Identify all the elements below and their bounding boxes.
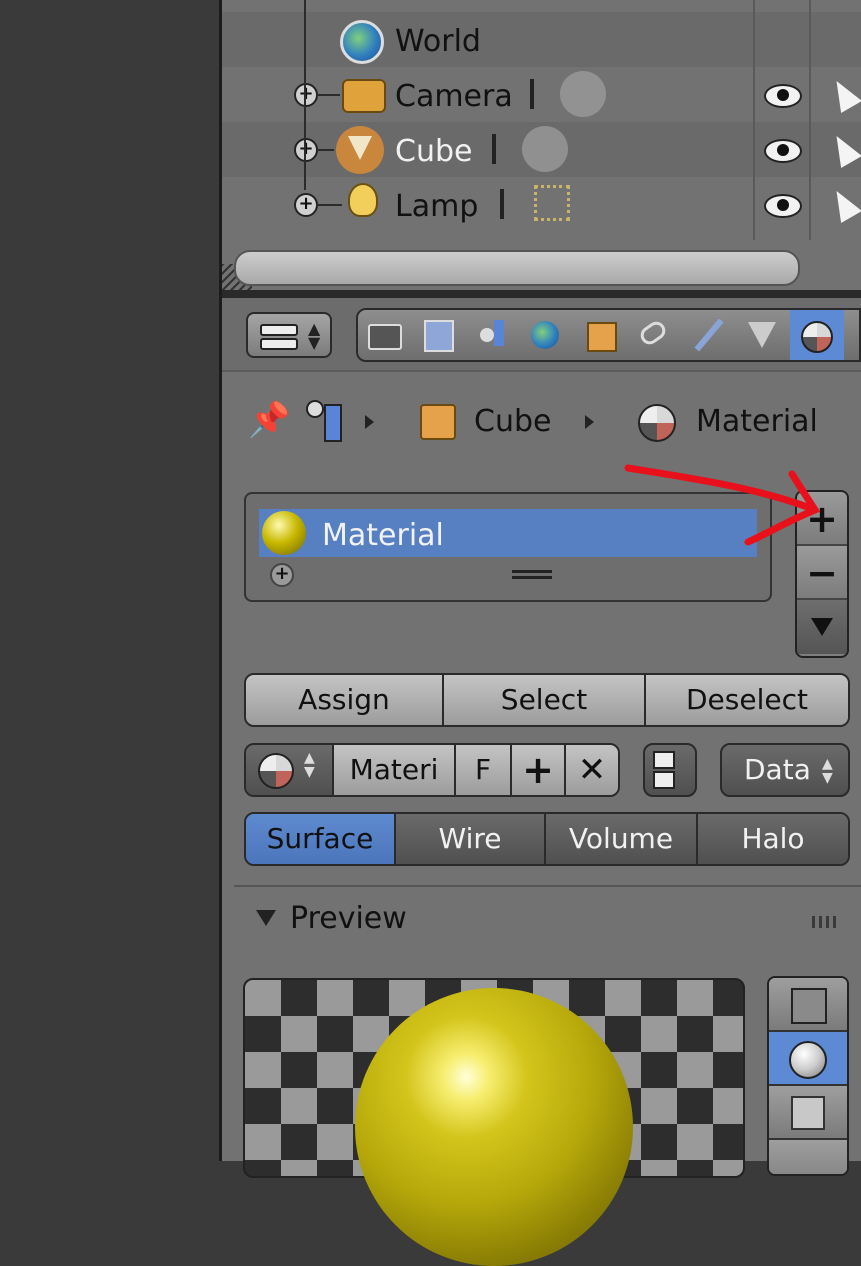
render-icon[interactable] — [358, 310, 414, 360]
column-divider — [753, 0, 755, 240]
outliner-label-cube: Cube — [395, 134, 473, 169]
preview-shape-buttons — [767, 976, 849, 1176]
list-filter-expand-icon[interactable]: + — [270, 563, 294, 587]
visibility-eye-icon[interactable] — [764, 139, 802, 163]
expand-icon[interactable]: + — [294, 83, 318, 107]
select-cursor-icon[interactable] — [826, 185, 861, 223]
camera-data-icon[interactable] — [560, 71, 606, 117]
link-data-label: Data — [744, 753, 811, 786]
divider-bar — [500, 189, 504, 219]
new-material-plus-icon[interactable]: + — [512, 745, 566, 795]
slot-edit-buttons: Assign Select Deselect — [244, 673, 850, 727]
preview-sphere — [355, 988, 633, 1266]
scene-crumb-icon — [306, 400, 324, 418]
material-name-field[interactable]: Materi — [334, 745, 456, 795]
annotation-arrow — [624, 464, 821, 546]
mesh-triangle-glyph — [348, 136, 372, 160]
tree-line — [316, 204, 342, 206]
updown-arrows-icon: ▲ ▼ — [304, 750, 315, 780]
collapse-triangle-icon[interactable] — [256, 910, 276, 926]
context-tabs — [356, 308, 861, 362]
material-sphere-icon — [262, 511, 306, 555]
updown-arrows-icon: ▲ ▼ — [308, 319, 321, 352]
remove-slot-button[interactable]: − — [797, 546, 847, 600]
expand-icon[interactable]: + — [294, 193, 318, 217]
divider-bar — [530, 79, 534, 109]
world-icon — [340, 20, 384, 64]
modifiers-icon[interactable] — [682, 310, 738, 360]
assign-button[interactable]: Assign — [246, 675, 444, 725]
divider-bar — [492, 134, 496, 164]
breadcrumb-arrow-icon — [585, 415, 594, 429]
tab-volume[interactable]: Volume — [546, 814, 698, 864]
object-icon[interactable] — [574, 310, 630, 360]
visibility-eye-icon[interactable] — [764, 194, 802, 218]
editor-type-menu[interactable]: ▲ ▼ — [246, 312, 332, 358]
preview-sphere-icon[interactable] — [769, 1032, 847, 1086]
link-data-dropdown[interactable]: Data ▲ ▼ — [720, 743, 850, 797]
outliner-row-world[interactable]: World — [222, 12, 861, 67]
select-button[interactable]: Select — [444, 675, 646, 725]
list-resize-grip-icon[interactable] — [512, 570, 552, 573]
object-crumb-icon — [420, 404, 456, 440]
constraints-icon[interactable] — [628, 310, 684, 360]
scene-icon[interactable] — [466, 310, 522, 360]
breadcrumb-object: Cube — [474, 404, 552, 439]
editor-type-icon-bar — [260, 338, 298, 350]
data-icon[interactable] — [736, 310, 792, 360]
preview-panel-title[interactable]: Preview — [290, 901, 407, 936]
render-layers-icon[interactable] — [412, 310, 468, 360]
dropdown-triangle-icon — [811, 618, 833, 636]
camera-icon — [342, 79, 386, 113]
lamp-data-icon[interactable] — [534, 185, 570, 221]
material-crumb-icon — [638, 404, 676, 442]
editor-type-icon — [260, 324, 298, 336]
tree-line — [316, 149, 334, 151]
panel-divider — [234, 885, 861, 887]
outliner-row-partial — [222, 0, 861, 12]
pin-icon[interactable]: 📌 — [248, 400, 290, 440]
visibility-eye-icon[interactable] — [764, 84, 802, 108]
tab-surface[interactable]: Surface — [246, 814, 396, 864]
expand-icon[interactable]: + — [294, 138, 318, 162]
material-icon[interactable] — [790, 310, 846, 360]
deselect-button[interactable]: Deselect — [646, 675, 848, 725]
material-type-tabs: Surface Wire Volume Halo — [244, 812, 850, 866]
tree-line — [304, 0, 306, 190]
mesh-data-icon[interactable] — [522, 126, 568, 172]
material-slot-label: Material — [322, 518, 444, 553]
material-datablock-selector: ▲ ▼ Materi F + ✕ — [244, 743, 620, 797]
column-divider — [809, 0, 811, 240]
outliner-scrollbar[interactable] — [234, 250, 800, 286]
lamp-icon — [348, 183, 378, 217]
outliner-label-world: World — [395, 24, 481, 59]
select-cursor-icon[interactable] — [826, 130, 861, 168]
material-icon — [258, 753, 294, 789]
breadcrumb-material: Material — [696, 404, 818, 439]
panel-drag-grip-icon[interactable] — [812, 916, 840, 928]
preview-flat-icon[interactable] — [769, 978, 847, 1032]
unlink-material-x-icon[interactable]: ✕ — [566, 745, 618, 795]
outliner-label-lamp: Lamp — [395, 189, 479, 224]
preview-monkey-icon[interactable] — [769, 1140, 847, 1174]
scene-crumb-bar — [324, 404, 342, 442]
slot-specials-menu[interactable] — [797, 600, 847, 654]
outliner-label-camera: Camera — [395, 79, 513, 114]
left-editor-area — [0, 0, 219, 1161]
area-separator[interactable] — [222, 290, 861, 298]
fake-user-button[interactable]: F — [456, 745, 512, 795]
tree-line — [316, 94, 340, 96]
select-cursor-icon[interactable] — [826, 75, 861, 113]
texture-tab-partial[interactable] — [844, 310, 859, 360]
updown-arrows-icon: ▲ ▼ — [822, 756, 833, 786]
tab-wire[interactable]: Wire — [396, 814, 546, 864]
world-icon[interactable] — [520, 310, 576, 360]
breadcrumb-arrow-icon — [365, 415, 374, 429]
preview-cube-icon[interactable] — [769, 1086, 847, 1140]
link-toggle-icon[interactable] — [643, 743, 697, 797]
outliner: World + Camera + Cube + Lamp — [222, 0, 861, 290]
browse-material-button[interactable]: ▲ ▼ — [246, 745, 334, 795]
tab-halo[interactable]: Halo — [698, 814, 848, 864]
